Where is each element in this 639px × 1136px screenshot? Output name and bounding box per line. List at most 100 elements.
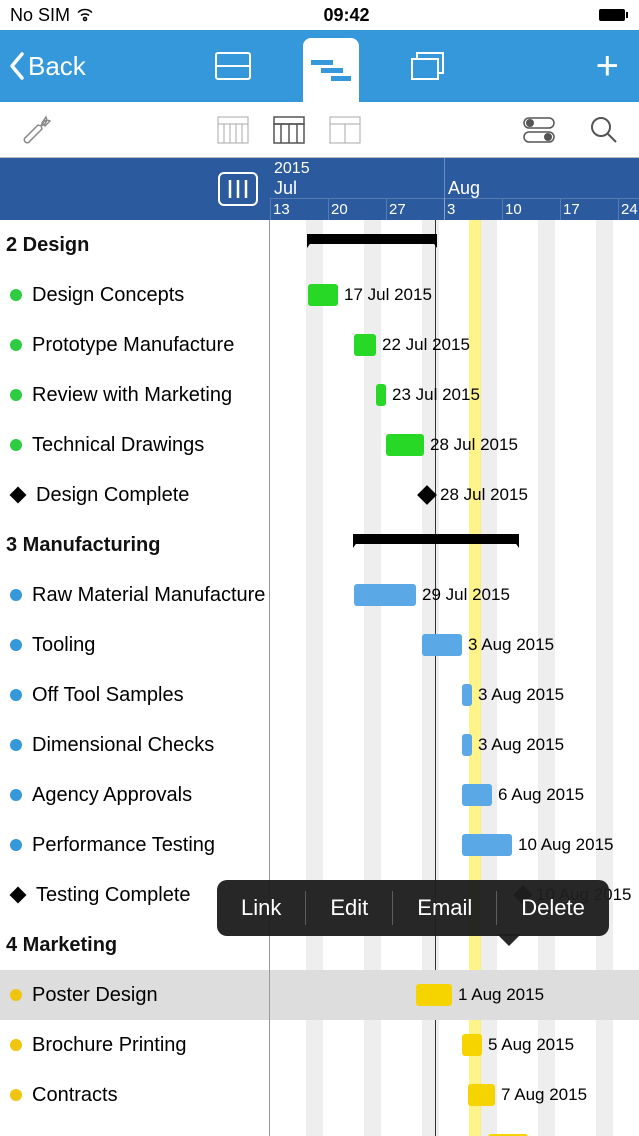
timeline-day: 27 [386, 199, 406, 221]
add-button[interactable]: + [576, 44, 639, 89]
timeline-day: 13 [270, 199, 290, 221]
gantt-bar[interactable] [416, 984, 452, 1006]
bullet-icon [10, 789, 22, 801]
context-menu: Link Edit Email Delete [217, 880, 609, 936]
scale-day-button[interactable] [217, 116, 249, 144]
task-label[interactable]: Agency Approvals [0, 770, 270, 820]
task-label[interactable]: Dimensional Checks [0, 720, 270, 770]
settings-button[interactable] [20, 113, 54, 147]
task-row[interactable]: Raw Material Manufacture 29 Jul 2015 [0, 570, 639, 620]
bar-date-label: 1 Aug 2015 [458, 985, 544, 1005]
task-label[interactable]: Poster Design [0, 970, 270, 1020]
gantt-bar[interactable] [468, 1084, 495, 1106]
task-name: Testing Complete [36, 884, 191, 907]
task-label[interactable]: Design Concepts [0, 270, 270, 320]
search-button[interactable] [589, 115, 619, 145]
task-row[interactable]: Dimensional Checks 3 Aug 2015 [0, 720, 639, 770]
task-name: Technical Drawings [32, 434, 204, 457]
task-label[interactable]: Contracts [0, 1070, 270, 1120]
gantt-bar[interactable] [422, 634, 462, 656]
gantt-view-tab[interactable] [303, 38, 359, 102]
bar-date-label: 3 Aug 2015 [468, 635, 554, 655]
summary-bar[interactable] [354, 534, 518, 544]
back-button[interactable]: Back [0, 51, 86, 82]
bar-date-label: 7 Aug 2015 [501, 1085, 587, 1105]
task-row[interactable]: Technical Drawings28 Jul 2015 [0, 420, 639, 470]
gantt-bar[interactable] [354, 334, 376, 356]
gantt-bar[interactable] [462, 734, 472, 756]
task-row[interactable]: Prototype Manufacture22 Jul 2015 [0, 320, 639, 370]
task-name: Poster Design [32, 984, 158, 1007]
bar-date-label: 10 Aug 2015 [518, 835, 613, 855]
group-row[interactable]: 3 Manufacturing [0, 520, 639, 570]
wifi-icon [76, 8, 94, 22]
bullet-icon [10, 839, 22, 851]
bullet-icon [10, 739, 22, 751]
task-label[interactable]: Design Complete [0, 470, 270, 520]
task-name: 4 Marketing [6, 934, 117, 957]
timeline-month-aug: Aug [448, 178, 480, 199]
timeline-day: 20 [328, 199, 348, 221]
task-row[interactable]: Performance Testing 10 Aug 2015 [0, 820, 639, 870]
bullet-icon [10, 689, 22, 701]
timeline-header: 2015 Jul Aug 1320273101724 [0, 158, 639, 220]
search-icon [589, 115, 619, 145]
gantt-content[interactable]: 2 Design Design Concepts17 Jul 2015Protot… [0, 220, 639, 1136]
task-label[interactable]: Raw Material Manufacture [0, 570, 270, 620]
columns-toggle-button[interactable] [218, 172, 258, 206]
scale-month-button[interactable] [329, 116, 361, 144]
timeline-day: 24 [618, 199, 638, 221]
scale-week-button[interactable] [273, 116, 305, 144]
timeline-year: 2015 [274, 160, 310, 178]
milestone-marker[interactable] [417, 485, 437, 505]
menu-delete[interactable]: Delete [497, 880, 609, 936]
bar-date-label: 3 Aug 2015 [478, 685, 564, 705]
task-label[interactable]: Technical Drawings [0, 420, 270, 470]
cards-view-tab[interactable] [401, 30, 457, 102]
task-row[interactable]: Brochure Printing5 Aug 2015 [0, 1020, 639, 1070]
gantt-bar[interactable] [462, 1034, 482, 1056]
task-label[interactable]: Brochure Printing [0, 1020, 270, 1070]
gantt-icon [311, 58, 351, 82]
task-row[interactable]: Poster Design 1 Aug 2015 [0, 970, 639, 1020]
task-name: Brochure Printing [32, 1034, 187, 1057]
gantt-bar[interactable] [308, 284, 338, 306]
task-label[interactable]: Review with Marketing [0, 370, 270, 420]
columns-wide-icon [329, 116, 361, 144]
task-label[interactable]: Performance Testing [0, 820, 270, 870]
gantt-bar[interactable] [386, 434, 424, 456]
bar-date-label: 29 Jul 2015 [422, 585, 510, 605]
toolbar [0, 102, 639, 158]
task-label[interactable]: Prototype Manufacture [0, 320, 270, 370]
task-row[interactable]: Design Complete28 Jul 2015 [0, 470, 639, 520]
task-row[interactable]: Contracts 7 Aug 2015 [0, 1070, 639, 1120]
task-row[interactable]: Tooling 3 Aug 2015 [0, 620, 639, 670]
task-label[interactable]: Distribution [0, 1120, 270, 1136]
menu-edit[interactable]: Edit [306, 880, 392, 936]
filter-button[interactable] [523, 116, 555, 144]
bar-date-label: 23 Jul 2015 [392, 385, 480, 405]
gantt-bar[interactable] [462, 684, 472, 706]
task-label[interactable]: Tooling [0, 620, 270, 670]
list-view-tab[interactable] [205, 30, 261, 102]
timeline-day: 10 [502, 199, 522, 221]
group-row[interactable]: 2 Design [0, 220, 639, 270]
task-name: 2 Design [6, 234, 89, 257]
gantt-bar[interactable] [462, 784, 492, 806]
task-row[interactable]: Design Concepts17 Jul 2015 [0, 270, 639, 320]
bar-date-label: 3 Aug 2015 [478, 735, 564, 755]
task-row[interactable]: Distribution12 Aug 2015 [0, 1120, 639, 1136]
summary-bar[interactable] [308, 234, 436, 244]
task-label[interactable]: Off Tool Samples [0, 670, 270, 720]
timeline-scale[interactable]: 2015 Jul Aug 1320273101724 [270, 158, 639, 220]
gantt-bar[interactable] [354, 584, 416, 606]
gantt-bar[interactable] [376, 384, 386, 406]
task-label[interactable]: 2 Design [0, 220, 270, 270]
task-row[interactable]: Agency Approvals6 Aug 2015 [0, 770, 639, 820]
gantt-bar[interactable] [462, 834, 512, 856]
task-row[interactable]: Review with Marketing 23 Jul 2015 [0, 370, 639, 420]
task-row[interactable]: Off Tool Samples 3 Aug 2015 [0, 670, 639, 720]
menu-link[interactable]: Link [217, 880, 305, 936]
task-label[interactable]: 3 Manufacturing [0, 520, 270, 570]
menu-email[interactable]: Email [393, 880, 496, 936]
